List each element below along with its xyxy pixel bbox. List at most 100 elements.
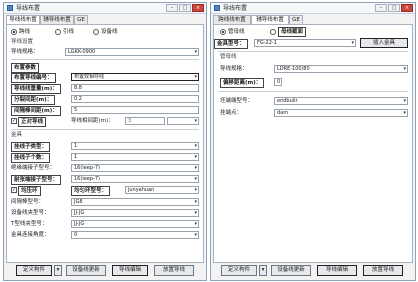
section-wire-settings: 导线设置: [11, 39, 34, 45]
hang-point-label: 挂端点：: [220, 110, 243, 116]
fitting-angle-value: 0: [74, 232, 78, 238]
spacer-distance-value: 5: [74, 107, 78, 113]
equal-wire-checkbox[interactable]: ✓: [11, 118, 17, 124]
minimize-button[interactable]: –: [375, 4, 387, 12]
radio-lead-wire[interactable]: [55, 29, 61, 35]
fitting-model-field[interactable]: FG-22-1 ▾: [254, 39, 356, 47]
radio-span-label: 跨线: [19, 29, 31, 35]
offset-distance-label: 偏移距离(m)：: [220, 78, 265, 88]
title-bar: 导线布置 – □ ×: [4, 3, 206, 14]
maximize-button[interactable]: □: [388, 4, 400, 12]
app-icon: [214, 5, 220, 11]
t-clamp-field[interactable]: JJ-JG ▾: [71, 220, 199, 228]
hanger-type-field[interactable]: 1 ▾: [71, 142, 199, 150]
chevron-down-icon: ▾: [194, 154, 197, 160]
tab-panel: 跨线 引线 设备线 导线设置 导线规格： LGKK-0900 ▾ 布置参数 布置…: [6, 24, 204, 263]
phase-spacing-value: 3: [128, 118, 132, 124]
insulator-model-value: 16(ieep-7): [74, 165, 100, 171]
grading-ring-model-button[interactable]: 均匀环型号：: [71, 186, 111, 196]
wire-weight-value: 8.8: [74, 85, 82, 91]
offset-distance-field[interactable]: 0: [274, 78, 282, 86]
hanger-count-label: 挂线子个数：: [11, 153, 51, 163]
chevron-down-icon: ▾: [194, 210, 197, 216]
wire-number-field[interactable]: 布置双相导线 ▾: [71, 73, 199, 81]
chevron-down-icon: ▾: [351, 40, 354, 46]
wire-model-label: 导线规格：: [11, 49, 39, 55]
phase-spacing-extra[interactable]: ▾: [167, 117, 199, 125]
phase-spacing-field[interactable]: 3: [125, 117, 165, 125]
update-device-wire-button[interactable]: 设备线更新: [271, 265, 311, 276]
radio-span-wire[interactable]: [11, 29, 17, 35]
grading-ring-model-value: junyahuan: [128, 187, 155, 193]
radio-device-label: 设备线: [101, 29, 118, 35]
t-clamp-label: T型线夹型号：: [11, 221, 48, 227]
hanger-count-value: 1: [74, 154, 78, 160]
spacer-distance-label: 间隔棒间距(m)：: [11, 106, 61, 116]
place-wire-button[interactable]: 放置导线: [154, 265, 194, 276]
wire-model-value: LGKK-0900: [68, 49, 96, 55]
grading-ring-checkbox[interactable]: ✓: [11, 187, 17, 193]
spacer-model-field[interactable]: JG8 ▾: [71, 198, 199, 206]
end-model-field[interactable]: endbulir ▾: [274, 97, 408, 105]
section-fittings: 金具: [11, 132, 23, 138]
chevron-down-icon: ▾: [194, 165, 197, 171]
spacer-model-label: 间隔棒型号：: [11, 199, 45, 205]
wire-spec-label: 导线规格：: [220, 66, 248, 72]
section-tube-bus: 管母线: [220, 54, 237, 60]
insert-fitting-button[interactable]: 插入金具: [360, 38, 408, 48]
window-title: 导线布置: [16, 5, 41, 12]
t-clamp-value: JJ-JG: [74, 221, 85, 227]
maximize-button[interactable]: □: [179, 4, 191, 12]
wire-spec-field[interactable]: LDRE-100/80 ▾: [274, 65, 408, 73]
wire-weight-field[interactable]: 8.8: [71, 84, 199, 92]
dropdown-button[interactable]: ▾: [54, 265, 62, 276]
right-dialog: 导线布置 – □ × 跨线线布置 辅导线布置 GE 管母线 母线截面 金具型号：…: [210, 2, 416, 281]
close-button[interactable]: ×: [192, 4, 204, 12]
chevron-down-icon: ▾: [194, 143, 197, 149]
minimize-button[interactable]: –: [166, 4, 178, 12]
radio-bus-section-label: 母线截面: [278, 27, 307, 37]
phase-spacing-label: 导线相间距(m)：: [71, 118, 114, 124]
wire-number-value: 布置双相导线: [74, 74, 105, 80]
hang-point-field[interactable]: dam ▾: [274, 109, 408, 117]
grading-ring-model-field[interactable]: junyahuan ▾: [125, 186, 199, 194]
edit-wire-button[interactable]: 导线编辑: [317, 265, 357, 276]
hanger-type-label: 挂线子类型：: [11, 142, 51, 152]
radio-device-wire[interactable]: [93, 29, 99, 35]
end-model-label: 坯端端型号：: [220, 98, 254, 104]
insulator-model-field[interactable]: 16(ieep-7) ▾: [71, 164, 199, 172]
update-device-wire-button[interactable]: 设备线更新: [66, 265, 106, 276]
spacer-distance-field[interactable]: 5: [71, 106, 199, 114]
dropdown-button[interactable]: ▾: [259, 265, 267, 276]
close-button[interactable]: ×: [401, 4, 413, 12]
divider: [11, 59, 199, 60]
layout-params-label: 布置参数: [11, 63, 40, 73]
app-icon: [7, 5, 13, 11]
place-wire-button[interactable]: 放置导线: [363, 265, 403, 276]
chevron-down-icon: ▾: [194, 176, 197, 182]
left-dialog: 导线布置 – □ × 导线线布置 辅导线布置 GE 跨线 引线 设备线 导线设置…: [3, 2, 207, 281]
tension-model-value: 16(ieep-7): [74, 176, 100, 182]
radio-tube-bus-label: 管母线: [228, 29, 245, 35]
edit-wire-button[interactable]: 导线编辑: [112, 265, 148, 276]
wire-number-label: 布置导线编号：: [11, 73, 56, 83]
end-model-value: endbulir: [277, 98, 298, 104]
hanger-count-field[interactable]: 1 ▾: [71, 153, 199, 161]
define-component-button[interactable]: 定义构件: [221, 265, 257, 276]
define-component-button[interactable]: 定义构件: [16, 265, 52, 276]
tension-model-field[interactable]: 16(ieep-7) ▾: [71, 175, 199, 183]
offset-distance-value: 0: [277, 79, 281, 85]
fitting-angle-label: 金具连接角度：: [11, 232, 50, 238]
chevron-down-icon: ▾: [194, 74, 197, 80]
chevron-down-icon: ▾: [194, 49, 197, 55]
tension-model-label: 耐张端接子型号：: [11, 175, 62, 185]
fitting-angle-field[interactable]: 0 ▾: [71, 231, 199, 239]
radio-tube-bus[interactable]: [220, 29, 226, 35]
window-title: 导线布置: [223, 5, 248, 12]
equal-wire-label: 正对导线: [18, 117, 47, 127]
split-spacing-field[interactable]: 0.2: [71, 95, 199, 103]
wire-model-field[interactable]: LGKK-0900 ▾: [65, 48, 199, 56]
device-clamp-field[interactable]: JJ-JG ▾: [71, 209, 199, 217]
radio-bus-section[interactable]: [270, 29, 276, 35]
hang-point-value: dam: [277, 110, 289, 116]
